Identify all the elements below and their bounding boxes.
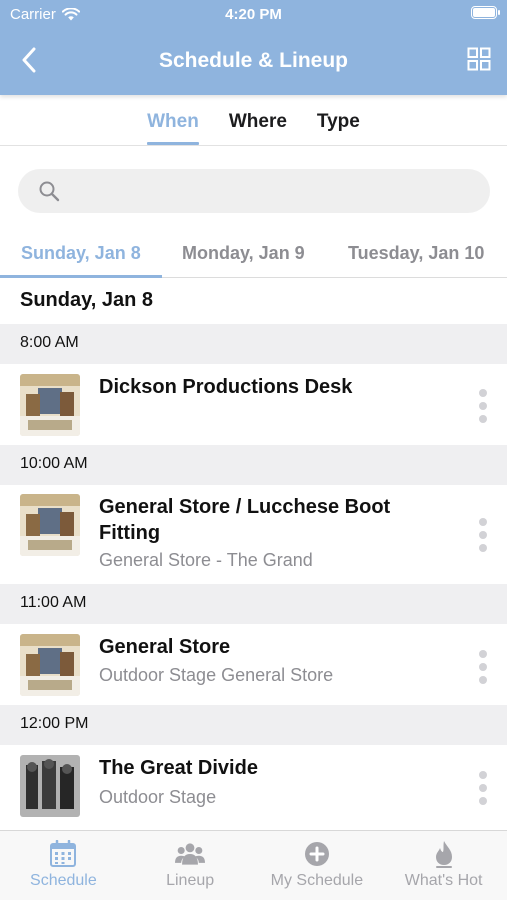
event-row[interactable]: General Store Outdoor Stage General Stor… bbox=[0, 624, 507, 705]
time-header: 10:00 AM bbox=[0, 445, 507, 485]
search-input[interactable] bbox=[70, 182, 470, 200]
people-icon bbox=[175, 840, 206, 868]
calendar-icon bbox=[48, 840, 78, 868]
tab-whats-hot[interactable]: What's Hot bbox=[380, 831, 507, 900]
page-title: Schedule & Lineup bbox=[158, 49, 349, 72]
event-title: General Store / Lucchese Boot Fitting bbox=[99, 496, 391, 544]
tab-schedule[interactable]: Schedule bbox=[0, 831, 127, 900]
event-location: Outdoor Stage bbox=[99, 787, 217, 807]
status-time: 4:20 PM bbox=[225, 6, 282, 23]
event-thumbnail bbox=[20, 755, 80, 817]
event-location: Outdoor Stage General Store bbox=[99, 665, 334, 685]
event-thumbnail bbox=[20, 634, 80, 696]
status-bar: Carrier 4:20 PM bbox=[0, 0, 507, 30]
tab-type[interactable]: Type bbox=[317, 95, 360, 145]
schedule-list: Sunday, Jan 8 8:00 AM Dickson Production… bbox=[0, 279, 507, 835]
event-title: General Store bbox=[99, 636, 231, 658]
battery-icon bbox=[471, 6, 500, 19]
tab-lineup[interactable]: Lineup bbox=[127, 831, 254, 900]
tab-label: Schedule bbox=[30, 872, 97, 889]
day-tab-sunday[interactable]: Sunday, Jan 8 bbox=[21, 243, 141, 264]
tab-label: My Schedule bbox=[270, 872, 364, 889]
flame-icon bbox=[429, 840, 459, 868]
section-date-header: Sunday, Jan 8 bbox=[20, 289, 154, 311]
tab-label: What's Hot bbox=[404, 872, 483, 889]
filter-tabs: When Where Type bbox=[0, 95, 507, 146]
more-options-button[interactable] bbox=[477, 389, 489, 423]
bottom-tab-bar: Schedule Lineup My Schedule What's Hot bbox=[0, 830, 507, 900]
event-row[interactable]: General Store / Lucchese Boot Fitting Ge… bbox=[0, 485, 507, 584]
grid-icon bbox=[467, 47, 491, 71]
day-tab-monday[interactable]: Monday, Jan 9 bbox=[182, 243, 305, 264]
active-day-indicator bbox=[0, 275, 162, 278]
tab-label: Lineup bbox=[166, 872, 215, 889]
grid-view-button[interactable] bbox=[467, 47, 491, 71]
event-title: The Great Divide bbox=[99, 757, 258, 779]
app-header: Carrier 4:20 PM Schedule & Lineup bbox=[0, 0, 507, 95]
time-header: 11:00 AM bbox=[0, 584, 507, 624]
event-thumbnail bbox=[20, 374, 80, 436]
event-row[interactable]: Dickson Productions Desk bbox=[0, 364, 507, 445]
event-location: General Store - The Grand bbox=[99, 550, 313, 570]
tab-when[interactable]: When bbox=[147, 95, 199, 145]
event-row[interactable]: The Great Divide Outdoor Stage bbox=[0, 745, 507, 835]
event-thumbnail bbox=[20, 494, 80, 556]
search-bar[interactable] bbox=[18, 169, 490, 213]
event-title: Dickson Productions Desk bbox=[99, 376, 353, 398]
more-options-button[interactable] bbox=[477, 650, 489, 684]
navigation-bar: Schedule & Lineup bbox=[0, 30, 507, 95]
search-icon bbox=[39, 181, 60, 202]
tab-where[interactable]: Where bbox=[229, 95, 287, 145]
more-options-button[interactable] bbox=[477, 771, 489, 805]
day-tab-tuesday[interactable]: Tuesday, Jan 10 bbox=[348, 243, 484, 264]
plus-circle-icon bbox=[302, 840, 332, 868]
time-header: 8:00 AM bbox=[0, 324, 507, 364]
time-header: 12:00 PM bbox=[0, 705, 507, 745]
more-options-button[interactable] bbox=[477, 518, 489, 552]
tab-my-schedule[interactable]: My Schedule bbox=[254, 831, 381, 900]
day-tabs: Sunday, Jan 8 Monday, Jan 9 Tuesday, Jan… bbox=[0, 233, 507, 278]
